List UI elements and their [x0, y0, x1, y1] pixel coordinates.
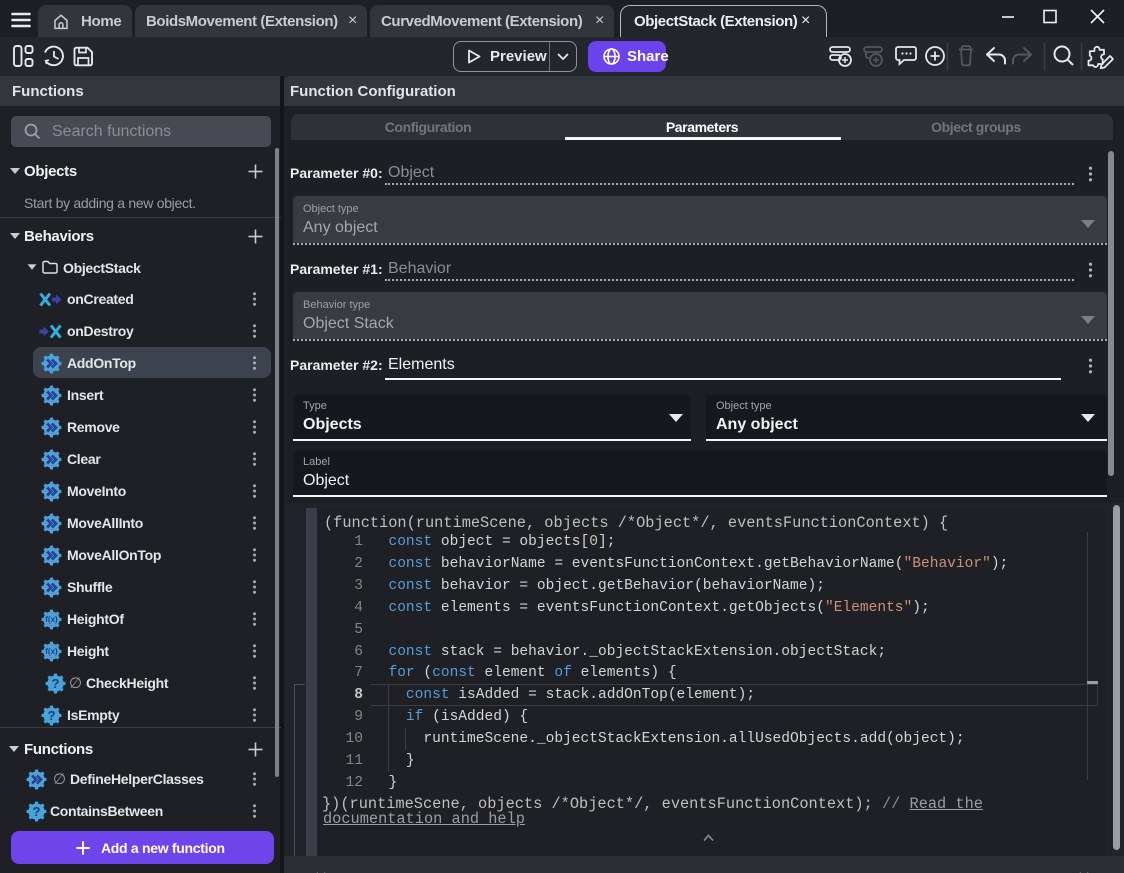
svg-text:f(x): f(x) — [45, 615, 58, 624]
svg-text:?: ? — [52, 676, 60, 691]
svg-text:?: ? — [48, 708, 56, 723]
svg-text:f(x): f(x) — [45, 647, 58, 656]
svg-text:?: ? — [33, 804, 41, 819]
